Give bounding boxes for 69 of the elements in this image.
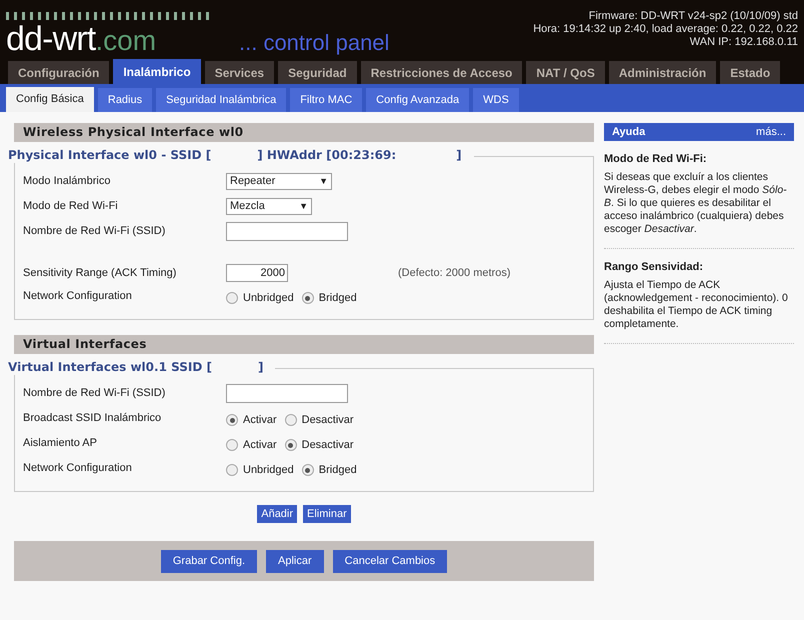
help-title: Ayuda [612,124,646,140]
dropdown[interactable]: Repeater ▼ [226,173,332,190]
field-label: Nombre de Red Wi-Fi (SSID) [23,386,166,402]
field-label: Network Configuration [23,289,133,304]
logo-text: dd-wrt [6,22,96,56]
radio-label: Bridged [318,462,357,478]
radio-button[interactable] [226,414,238,426]
help-heading: Modo de Red Wi-Fi: [604,153,708,166]
more-link[interactable]: más... [756,124,786,140]
button[interactable]: Añadir [257,505,298,523]
logo-domain: .com [95,27,156,55]
radio-label: Unbridged [243,290,294,306]
field-label: Modo de Red Wi-Fi [23,199,119,214]
default-note: (Defecto: 2000 metros) [398,266,510,281]
wan-ip-text: WAN IP: 192.168.0.11 [690,36,798,49]
radio-label: Bridged [318,290,357,306]
radio-button[interactable] [302,464,314,476]
radio-button[interactable] [284,414,297,426]
sub-tab[interactable]: Seguridad Inalámbrica [156,88,286,112]
button[interactable]: Aplicar [266,550,324,572]
main-tab[interactable]: Administración [608,61,716,84]
field-label: Nombre de Red Wi-Fi (SSID) [23,224,166,240]
main-tab[interactable]: Services [204,61,274,84]
sub-tab[interactable]: WDS [473,88,519,112]
radio-label: Desactivar [302,438,354,453]
radio-button[interactable] [302,292,314,304]
field-label: Broadcast SSID Inalámbrico [23,411,162,426]
field-label: Network Configuration [23,461,133,476]
legend-text: ] [456,147,462,163]
legend-text: ] HWAddr [00:23:69: [257,147,396,163]
legend-text: Physical Interface wl0 - SSID [ [8,147,212,163]
radio-button[interactable] [226,464,238,476]
button[interactable]: Cancelar Cambios [332,550,448,572]
radio-label: Activar [243,438,277,453]
control-panel-title: ... control panel [239,32,390,54]
help-text: Ajusta el Tiempo de ACK (acknowledgement - reconocimiento). 0 deshabilita el Tiempo de ACK timing completamente. [604,279,789,331]
main-tab[interactable]: Inalámbrico [113,59,201,84]
radio-button[interactable] [226,292,238,304]
field-label: Aislamiento AP [23,436,98,452]
dropdown[interactable]: Mezcla ▼ [226,198,312,215]
radio-button[interactable] [226,439,238,451]
help-text: Si deseas que excluír a los clientes Wireless-G, debes elegir el modo Sólo-B. Si lo que quieres es desabilitar el acceso inalámbrico (cualquiera) debes escoger Desactivar. [604,171,788,236]
legend-text: ] [258,359,264,375]
main-tab[interactable]: Configuración [8,61,110,84]
main-tab[interactable]: Estado [720,61,780,84]
main-tab[interactable]: NAT / QoS [526,61,605,84]
uptime-text: Hora: 19:14:32 up 2:40, load average: 0.22, 0.22, 0.22 [533,23,798,36]
sub-tab[interactable]: Radius [98,88,152,112]
section-header: Virtual Interfaces [14,335,594,354]
field-label: Modo Inalámbrico [23,174,112,190]
sub-tab[interactable]: Config Avanzada [366,88,470,112]
text-field[interactable] [226,384,348,403]
radio-button[interactable] [284,439,297,451]
radio-label: Unbridged [243,462,294,478]
legend-text: Virtual Interfaces wl0.1 SSID [ [8,359,212,375]
radio-label: Activar [243,412,277,428]
button[interactable]: Eliminar [303,505,351,523]
sub-tab[interactable]: Filtro MAC [290,88,362,112]
help-heading: Rango Sensividad: [604,261,704,274]
radio-label: Desactivar [302,412,354,428]
button[interactable]: Grabar Config. [160,550,258,572]
field-label: Sensitivity Range (ACK Timing) [23,266,178,281]
number-field[interactable]: 2000 [226,264,288,282]
text-field[interactable] [226,222,348,241]
section-header: Wireless Physical Interface wl0 [14,123,594,142]
main-tab[interactable]: Restricciones de Acceso [360,61,522,84]
sub-tab[interactable]: Config Básica [6,87,94,112]
firmware-text: Firmware: DD-WRT v24-sp2 (10/10/09) std [588,10,798,23]
main-tab[interactable]: Seguridad [278,61,357,84]
